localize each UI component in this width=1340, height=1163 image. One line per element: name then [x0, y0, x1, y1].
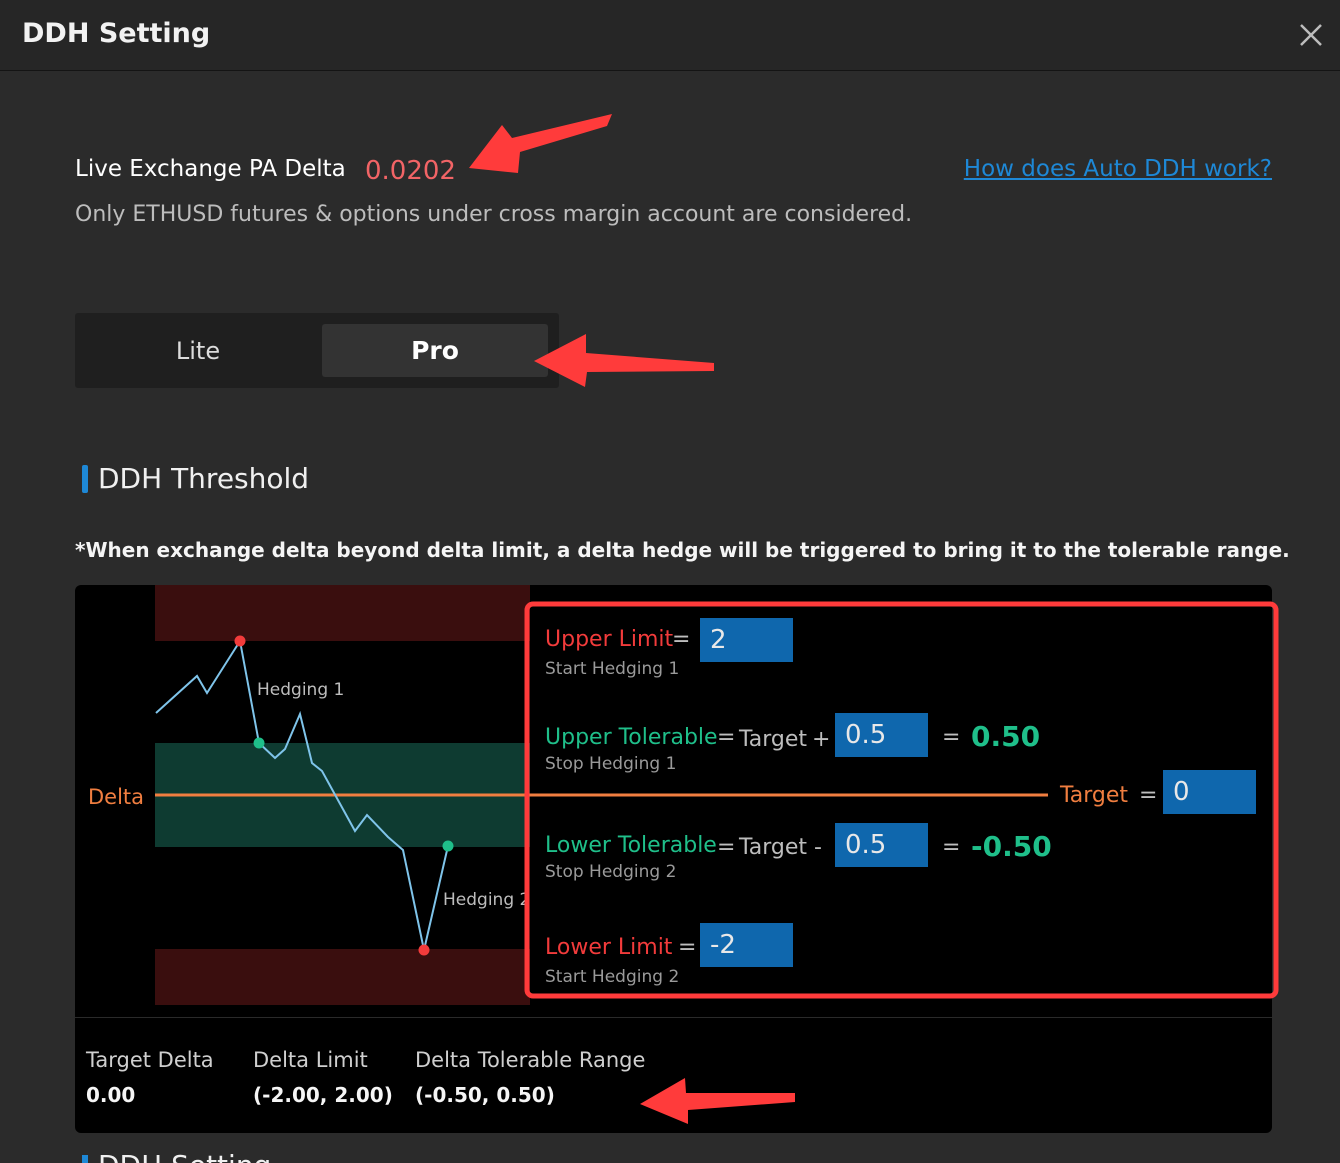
upper-limit-equals: =	[672, 627, 691, 652]
lower-tolerable-target-word: Target	[739, 835, 808, 860]
delta-limit-label: Delta Limit	[253, 1048, 368, 1072]
delta-limit-value: (-2.00, 2.00)	[253, 1083, 393, 1107]
upper-tolerable-equals-2: =	[942, 725, 961, 750]
mode-toggle: Lite Pro	[75, 313, 559, 388]
lower-tolerable-label: Lower Tolerable	[545, 833, 717, 858]
target-delta-value: 0.00	[86, 1083, 136, 1107]
upper-tolerable-sub: Stop Hedging 1	[545, 754, 677, 774]
lower-tolerable-sub: Stop Hedging 2	[545, 862, 677, 882]
next-section-title: DDH Setting	[98, 1152, 298, 1163]
hedge-stop-point-1	[253, 737, 265, 749]
lower-limit-zone	[155, 949, 530, 1005]
upper-tolerable-input[interactable]	[835, 713, 928, 757]
dialog-header: DDH Setting	[0, 0, 1340, 71]
upper-tolerable-result: 0.50	[971, 720, 1041, 753]
threshold-hint: *When exchange delta beyond delta limit,…	[75, 538, 1290, 562]
upper-tolerable-target-word: Target	[739, 727, 808, 752]
next-section-accent-bar	[82, 1155, 88, 1163]
live-delta-value: 0.0202	[365, 156, 456, 186]
lower-tolerable-input[interactable]	[835, 823, 928, 867]
lower-tolerable-equals: =	[717, 835, 736, 860]
target-equals: =	[1139, 783, 1158, 808]
hedge-stop-point-2	[442, 840, 454, 852]
delta-tolerable-label: Delta Tolerable Range	[415, 1048, 646, 1072]
summary-divider	[75, 1017, 1272, 1018]
lower-limit-label: Lower Limit	[545, 935, 673, 960]
close-icon[interactable]	[1296, 20, 1326, 50]
hedge-start-point-2	[418, 944, 430, 956]
hedging-1-label: Hedging 1	[257, 680, 344, 700]
help-link[interactable]: How does Auto DDH work?	[964, 156, 1272, 182]
hedging-2-label: Hedging 2	[443, 890, 530, 910]
lower-limit-sub: Start Hedging 2	[545, 967, 680, 987]
upper-limit-sub: Start Hedging 1	[545, 659, 680, 679]
lower-tolerable-equals-2: =	[942, 835, 961, 860]
delta-axis-label: Delta	[88, 785, 144, 809]
lower-tolerable-minus: -	[814, 835, 822, 860]
live-delta-label: Live Exchange PA Delta	[75, 156, 346, 182]
upper-limit-label: Upper Limit	[545, 627, 674, 652]
delta-tolerable-value: (-0.50, 0.50)	[415, 1083, 555, 1107]
upper-tolerable-equals: =	[717, 725, 736, 750]
section-accent-bar	[82, 465, 88, 493]
section-title-threshold: DDH Threshold	[98, 462, 310, 495]
lower-limit-equals: =	[678, 935, 697, 960]
annotation-arrow-icon	[534, 334, 714, 387]
upper-limit-zone	[155, 585, 530, 641]
threshold-panel: Delta Hedging 1 Hedging 2 Upper Limit = …	[75, 585, 1272, 1133]
lower-tolerable-result: -0.50	[971, 830, 1052, 863]
upper-limit-input[interactable]	[700, 618, 793, 662]
upper-tolerable-label: Upper Tolerable	[545, 725, 718, 750]
target-label: Target	[1060, 783, 1129, 808]
lower-limit-input[interactable]	[700, 923, 793, 967]
annotation-arrow-icon	[469, 114, 612, 173]
tab-lite[interactable]: Lite	[75, 313, 321, 388]
hedge-start-point-1	[234, 635, 246, 647]
upper-tolerable-plus: +	[812, 727, 831, 752]
target-delta-label: Target Delta	[86, 1048, 214, 1072]
scope-note: Only ETHUSD futures & options under cros…	[75, 202, 913, 227]
dialog-title: DDH Setting	[22, 18, 211, 49]
target-input[interactable]	[1163, 770, 1256, 814]
tab-pro[interactable]: Pro	[322, 324, 548, 377]
